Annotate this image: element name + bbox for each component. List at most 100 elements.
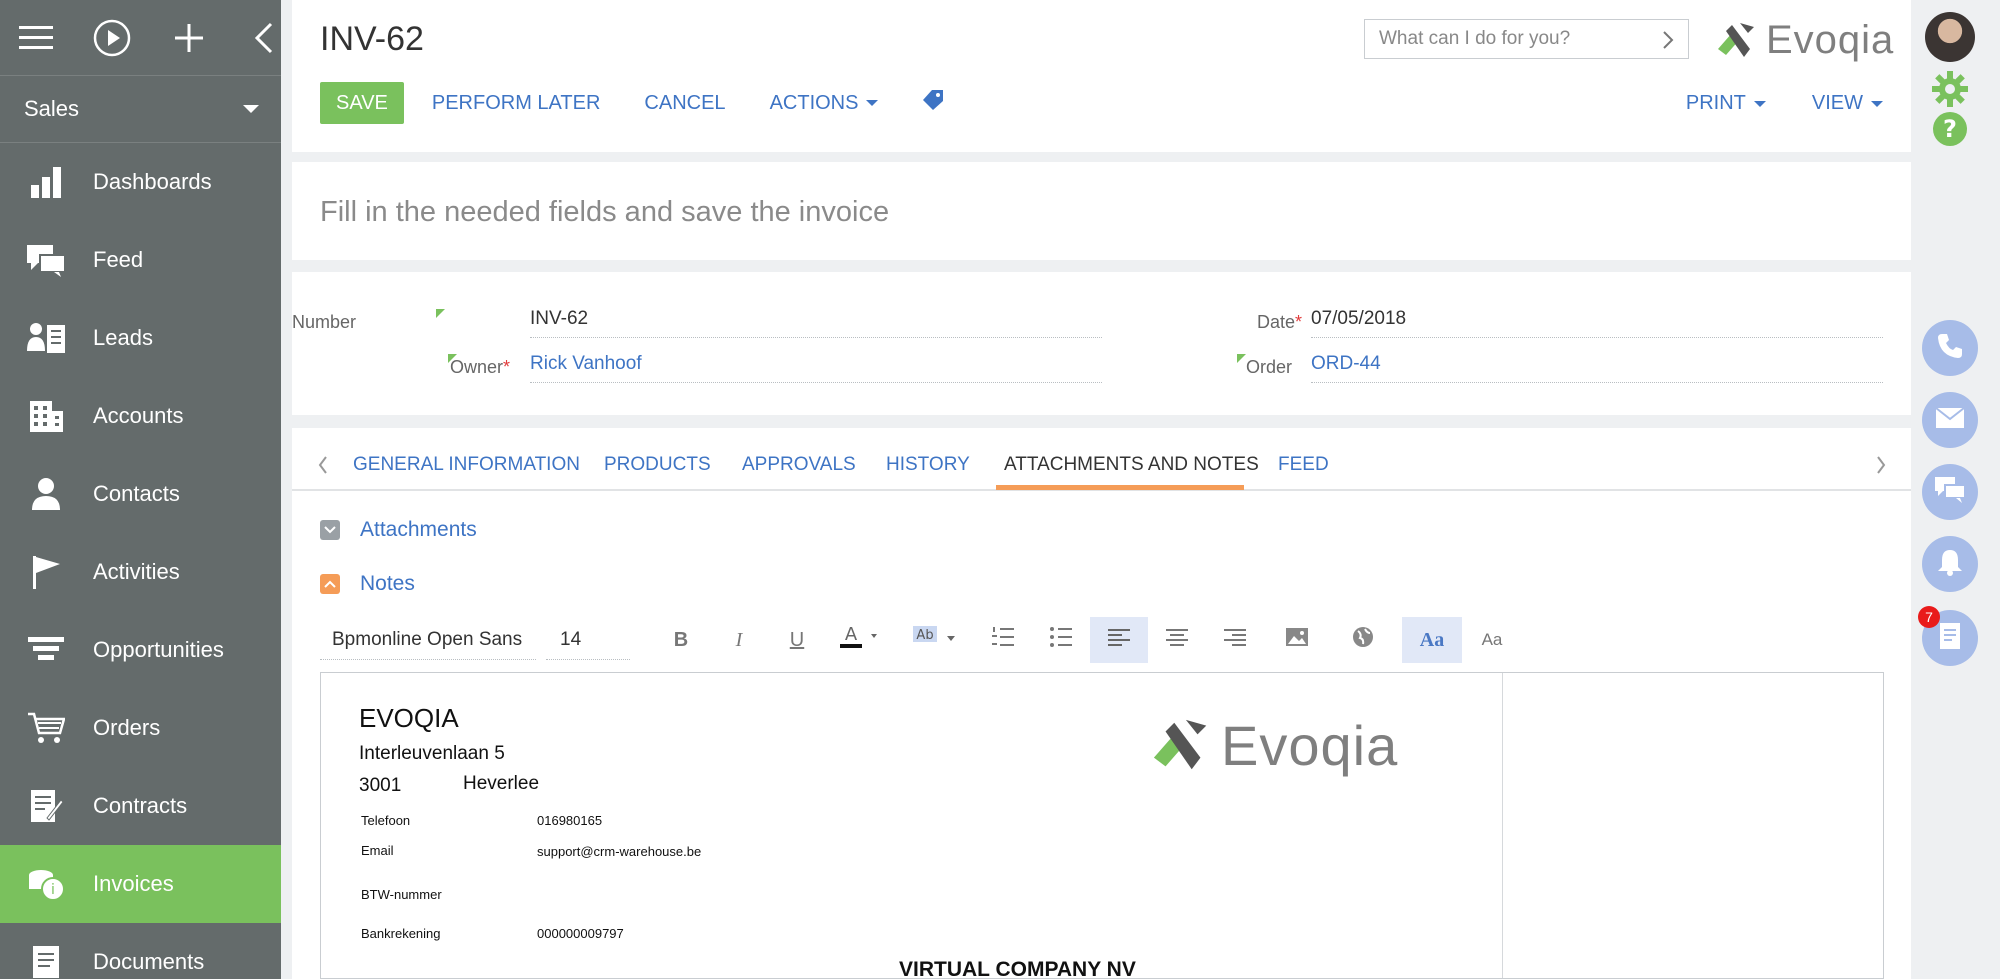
align-left-button[interactable] (1090, 617, 1148, 663)
workspace-label: Sales (24, 96, 80, 121)
print-button[interactable]: PRINT (1686, 92, 1766, 115)
contract-icon (26, 786, 66, 826)
brand-logo: Evoqia (1716, 18, 1894, 63)
sidebar-item-label: Dashboards (93, 169, 212, 194)
insert-link-button[interactable] (1330, 617, 1396, 663)
number-label: Number (292, 312, 357, 332)
font-family-select[interactable]: Bpmonline Open Sans (320, 620, 536, 660)
attachments-section-header[interactable]: Attachments (320, 518, 477, 542)
actions-button[interactable]: ACTIONS (770, 92, 879, 115)
tab-attachments-and-notes[interactable]: ATTACHMENTS AND NOTES (1004, 454, 1259, 476)
notifications-button[interactable] (1922, 536, 1978, 592)
tab-history[interactable]: HISTORY (886, 454, 970, 476)
svg-text:A: A (845, 624, 858, 645)
workspace-selector[interactable]: Sales (0, 75, 281, 143)
view-button[interactable]: VIEW (1812, 92, 1883, 115)
document-list-icon (1937, 621, 1963, 656)
insert-image-button[interactable] (1264, 617, 1330, 663)
doc-customer-name: VIRTUAL COMPANY NV (899, 958, 1136, 979)
order-value[interactable]: ORD-44 (1311, 349, 1883, 383)
sidebar-item-dashboards[interactable]: Dashboards (0, 143, 281, 221)
owner-value[interactable]: Rick Vanhoof (530, 349, 1102, 383)
notes-section-header[interactable]: Notes (320, 572, 415, 596)
sidebar-item-contracts[interactable]: Contracts (0, 767, 281, 845)
phone-button[interactable] (1922, 320, 1978, 376)
cancel-label: CANCEL (644, 91, 726, 114)
doc-logo: Evoqia (1151, 713, 1398, 778)
number-field[interactable]: INV-62 (530, 304, 1102, 338)
owner-field[interactable]: Rick Vanhoof (530, 349, 1102, 383)
numbered-list-button[interactable] (974, 617, 1032, 663)
save-button[interactable]: SAVE (320, 82, 404, 124)
detail-content: GENERAL INFORMATION PRODUCTS APPROVALS H… (292, 428, 1911, 979)
tab-feed[interactable]: FEED (1278, 454, 1329, 476)
sidebar-item-orders[interactable]: Orders (0, 689, 281, 767)
avatar[interactable] (1925, 12, 1975, 62)
chat-icon (1934, 476, 1966, 509)
italic-button[interactable]: I (710, 617, 768, 663)
sidebar-item-contacts[interactable]: Contacts (0, 455, 281, 533)
align-right-icon (1223, 627, 1247, 653)
text-format-icon: Aa (1481, 630, 1503, 649)
leads-icon (26, 318, 66, 358)
chat-button[interactable] (1922, 464, 1978, 520)
hamburger-menu-icon[interactable] (18, 19, 53, 57)
sidebar-item-accounts[interactable]: Accounts (0, 377, 281, 455)
tab-general-information[interactable]: GENERAL INFORMATION (353, 454, 580, 476)
sidebar-item-feed[interactable]: Feed (0, 221, 281, 299)
expand-toggle-icon[interactable] (320, 574, 340, 594)
order-field[interactable]: ORD-44 (1311, 349, 1883, 383)
sidebar-item-label: Opportunities (93, 637, 224, 662)
bold-button[interactable]: B (652, 617, 710, 663)
svg-text:i: i (51, 882, 55, 898)
command-search-input[interactable]: What can I do for you? (1364, 19, 1689, 59)
notes-editor[interactable]: EVOQIA Interleuvenlaan 5 3001 Heverlee T… (320, 672, 1884, 979)
align-center-button[interactable] (1148, 617, 1206, 663)
active-tab-indicator (996, 485, 1244, 490)
chat-bubbles-icon (26, 240, 66, 280)
date-field[interactable]: 07/05/2018 (1311, 304, 1883, 338)
sidebar-item-label: Contacts (93, 481, 180, 506)
perform-later-button[interactable]: PERFORM LATER (432, 92, 601, 115)
sidebar-item-opportunities[interactable]: Opportunities (0, 611, 281, 689)
person-icon (26, 474, 66, 514)
cancel-button[interactable]: CANCEL (644, 92, 725, 115)
bulleted-list-button[interactable] (1032, 617, 1090, 663)
highlight-color-button[interactable]: Ab (896, 617, 974, 663)
chevron-down-icon (866, 100, 879, 106)
bold-icon: B (673, 628, 689, 651)
underline-button[interactable]: U (768, 617, 826, 663)
bell-icon (1937, 548, 1963, 581)
sidebar-item-leads[interactable]: Leads (0, 299, 281, 377)
sidebar-item-activities[interactable]: Activities (0, 533, 281, 611)
sidebar: Sales Dashboards Feed Leads Accounts Con… (0, 0, 281, 979)
font-size-select[interactable]: 14 (546, 620, 630, 660)
help-icon[interactable]: ? (1932, 111, 1968, 152)
tab-products[interactable]: PRODUCTS (604, 454, 711, 476)
number-value: INV-62 (530, 304, 1102, 338)
print-view-toolbar: PRINT VIEW (1686, 92, 1883, 115)
collapse-chevron-icon[interactable] (246, 19, 281, 57)
actions-label: ACTIONS (769, 91, 859, 114)
chevron-right-icon[interactable] (1662, 30, 1674, 56)
clear-format-button[interactable]: Aa (1462, 617, 1522, 663)
email-button[interactable] (1922, 392, 1978, 448)
align-right-button[interactable] (1206, 617, 1264, 663)
text-color-button[interactable]: A (826, 617, 896, 663)
collapse-toggle-icon[interactable] (320, 520, 340, 540)
tab-approvals[interactable]: APPROVALS (742, 454, 856, 476)
tabs-scroll-left-icon[interactable] (318, 456, 328, 479)
tag-button[interactable] (922, 89, 944, 117)
sidebar-item-documents[interactable]: Documents (0, 923, 281, 979)
doc-company-name: EVOQIA (359, 703, 459, 733)
sidebar-nav: Dashboards Feed Leads Accounts Contacts … (0, 143, 281, 979)
play-process-icon[interactable] (93, 19, 131, 57)
required-asterisk: * (502, 357, 510, 377)
plus-icon[interactable] (171, 19, 206, 57)
sidebar-item-invoices[interactable]: i Invoices (0, 845, 281, 923)
html-mode-button[interactable]: Aa (1402, 617, 1462, 663)
tabs-scroll-right-icon[interactable] (1876, 456, 1886, 479)
gear-icon[interactable] (1931, 70, 1969, 113)
funnel-icon (26, 630, 66, 670)
phone-icon (1936, 332, 1964, 365)
